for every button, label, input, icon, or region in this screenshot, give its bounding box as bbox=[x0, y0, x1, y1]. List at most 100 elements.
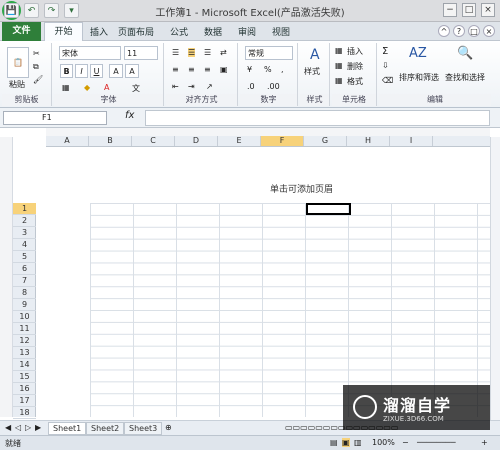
align-middle-icon[interactable]: ☰ bbox=[188, 48, 196, 57]
sum-button[interactable]: Σ bbox=[382, 46, 388, 57]
sheet-tab-sheet3[interactable]: Sheet3 bbox=[124, 422, 163, 435]
grow-font-button[interactable]: A bbox=[109, 64, 123, 78]
delete-cells-icon[interactable]: ▦ bbox=[335, 61, 343, 70]
row-header-5[interactable]: 5 bbox=[13, 251, 36, 263]
row-header-9[interactable]: 9 bbox=[13, 299, 36, 311]
sheet-tab-sheet1[interactable]: Sheet1 bbox=[48, 422, 87, 435]
zoom-slider[interactable]: ──────── bbox=[417, 438, 456, 447]
styles-button-label[interactable]: 样式 bbox=[304, 66, 320, 77]
italic-button[interactable]: I bbox=[75, 64, 88, 78]
last-sheet-icon[interactable]: ▶ bbox=[35, 423, 41, 432]
column-header-f[interactable]: F bbox=[261, 136, 304, 146]
column-header-d[interactable]: D bbox=[175, 136, 218, 146]
format-cells-icon[interactable]: ▦ bbox=[335, 76, 343, 85]
zoom-in-icon[interactable]: + bbox=[481, 438, 488, 447]
redo-icon[interactable]: ↷ bbox=[44, 3, 59, 18]
phonetic-icon[interactable]: 文 bbox=[132, 83, 140, 94]
normal-view-icon[interactable]: ▤ bbox=[330, 438, 338, 447]
sheet-tab-sheet2[interactable]: Sheet2 bbox=[86, 422, 125, 435]
format-cells-label[interactable]: 格式 bbox=[347, 76, 363, 87]
row-header-1[interactable]: 1 bbox=[13, 203, 36, 215]
row-header-2[interactable]: 2 bbox=[13, 215, 36, 227]
cut-icon[interactable]: ✂ bbox=[33, 49, 40, 58]
undo-icon[interactable]: ↶ bbox=[24, 3, 39, 18]
tab-file[interactable]: 文件 bbox=[2, 22, 41, 41]
row-header-18[interactable]: 18 bbox=[13, 407, 36, 419]
row-header-10[interactable]: 10 bbox=[13, 311, 36, 323]
collapse-ribbon-icon[interactable]: ^ bbox=[438, 25, 450, 37]
row-header-16[interactable]: 16 bbox=[13, 383, 36, 395]
find-select-label[interactable]: 查找和选择 bbox=[445, 72, 485, 83]
decrease-indent-icon[interactable]: ⇤ bbox=[172, 82, 179, 91]
next-sheet-icon[interactable]: ▷ bbox=[25, 423, 31, 432]
find-select-icon[interactable]: 🔍 bbox=[457, 46, 473, 61]
tab-home[interactable]: 开始 bbox=[44, 22, 83, 41]
column-header-a[interactable]: A bbox=[46, 136, 89, 146]
zoom-out-icon[interactable]: − bbox=[402, 438, 409, 447]
comma-button[interactable]: , bbox=[281, 65, 284, 74]
styles-icon[interactable]: A bbox=[310, 47, 320, 63]
tab-data[interactable]: 数据 bbox=[204, 25, 222, 38]
customize-quick-access-icon[interactable]: ▾ bbox=[64, 3, 79, 18]
row-header-17[interactable]: 17 bbox=[13, 395, 36, 407]
format-painter-icon[interactable]: 🖌 bbox=[33, 75, 43, 84]
bold-button[interactable]: B bbox=[60, 64, 73, 78]
row-header-11[interactable]: 11 bbox=[13, 323, 36, 335]
tab-review[interactable]: 审阅 bbox=[238, 25, 256, 38]
currency-icon[interactable]: ¥ bbox=[247, 65, 252, 74]
tab-formulas[interactable]: 公式 bbox=[170, 25, 188, 38]
copy-icon[interactable]: ⧉ bbox=[33, 62, 39, 72]
row-header-8[interactable]: 8 bbox=[13, 287, 36, 299]
orientation-icon[interactable]: ↗ bbox=[206, 82, 213, 91]
row-header-12[interactable]: 12 bbox=[13, 335, 36, 347]
column-header-c[interactable]: C bbox=[132, 136, 175, 146]
merge-center-icon[interactable]: ▣ bbox=[220, 65, 228, 74]
align-top-icon[interactable]: ☰ bbox=[172, 48, 179, 57]
paste-button[interactable]: 📋 bbox=[7, 47, 29, 78]
delete-cells-label[interactable]: 删除 bbox=[347, 61, 363, 72]
column-header-b[interactable]: B bbox=[89, 136, 132, 146]
shrink-font-button[interactable]: A bbox=[125, 64, 139, 78]
align-right-icon[interactable]: ≡ bbox=[204, 65, 211, 74]
underline-button[interactable]: U bbox=[90, 64, 103, 78]
clear-icon[interactable]: ⌫ bbox=[382, 76, 393, 85]
sort-filter-label[interactable]: 排序和筛选 bbox=[399, 72, 439, 83]
page-layout-view-icon[interactable]: ▣ bbox=[342, 438, 350, 447]
row-header-13[interactable]: 13 bbox=[13, 347, 36, 359]
fill-icon[interactable]: ⇩ bbox=[382, 61, 389, 70]
tab-view[interactable]: 视图 bbox=[272, 25, 290, 38]
column-header-e[interactable]: E bbox=[218, 136, 261, 146]
save-icon[interactable]: 💾 bbox=[4, 3, 19, 18]
fx-icon[interactable]: fx bbox=[125, 110, 134, 121]
fill-color-icon[interactable]: ◆ bbox=[84, 83, 90, 92]
decrease-decimal-icon[interactable]: .00 bbox=[267, 82, 280, 91]
close-ribbon-icon[interactable]: × bbox=[483, 25, 495, 37]
sort-filter-icon[interactable]: AZ bbox=[409, 46, 427, 61]
column-header-h[interactable]: H bbox=[347, 136, 390, 146]
align-bottom-icon[interactable]: ☰ bbox=[204, 48, 211, 57]
row-header-3[interactable]: 3 bbox=[13, 227, 36, 239]
border-icon[interactable]: ▦ bbox=[62, 83, 70, 92]
first-sheet-icon[interactable]: ◀ bbox=[5, 423, 11, 432]
row-header-4[interactable]: 4 bbox=[13, 239, 36, 251]
insert-cells-icon[interactable]: ▦ bbox=[335, 46, 343, 55]
prev-sheet-icon[interactable]: ◁ bbox=[15, 423, 21, 432]
selected-cell[interactable] bbox=[306, 203, 351, 215]
font-color-icon[interactable]: A bbox=[104, 83, 109, 92]
wrap-text-icon[interactable]: ⇄ bbox=[220, 48, 227, 57]
row-header-14[interactable]: 14 bbox=[13, 359, 36, 371]
tab-page-layout[interactable]: 页面布局 bbox=[118, 25, 154, 38]
row-header-6[interactable]: 6 bbox=[13, 263, 36, 275]
number-format-select[interactable]: 常规 bbox=[245, 46, 293, 60]
column-header-i[interactable]: I bbox=[390, 136, 433, 146]
vertical-scrollbar[interactable] bbox=[490, 137, 500, 420]
align-center-icon[interactable]: ≡ bbox=[188, 65, 195, 74]
insert-cells-label[interactable]: 插入 bbox=[347, 46, 363, 57]
name-box[interactable]: F1 bbox=[3, 111, 107, 125]
row-header-7[interactable]: 7 bbox=[13, 275, 36, 287]
header-placeholder[interactable]: 单击可添加页眉 bbox=[270, 182, 333, 195]
percent-button[interactable]: % bbox=[264, 65, 272, 74]
restore-ribbon-icon[interactable]: □ bbox=[468, 25, 480, 37]
formula-input[interactable] bbox=[145, 110, 490, 126]
tab-insert[interactable]: 插入 bbox=[90, 25, 108, 38]
